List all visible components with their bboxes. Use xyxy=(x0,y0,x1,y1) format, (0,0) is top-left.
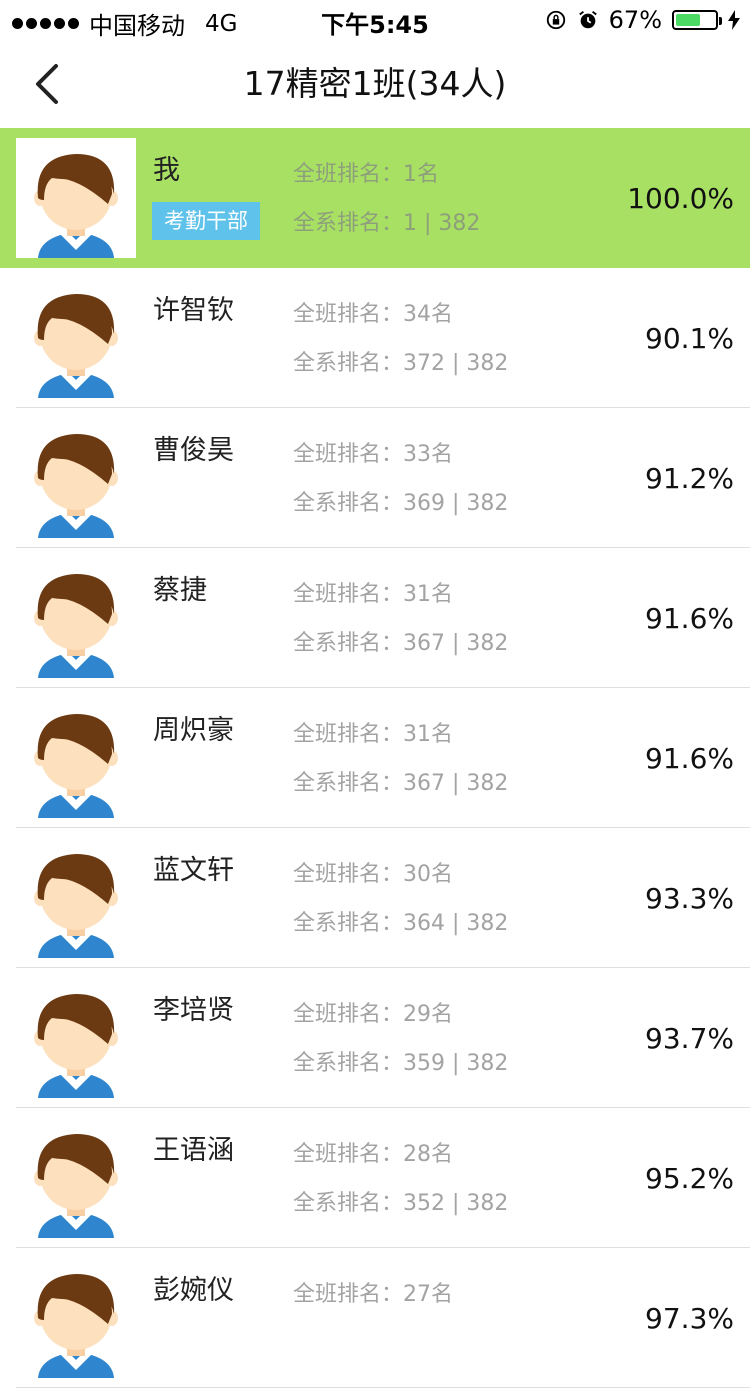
alarm-icon xyxy=(578,11,597,29)
avatar-image xyxy=(34,1274,118,1378)
department-rank: 全系排名：367 | 382 xyxy=(293,631,509,656)
student-row[interactable]: 周炽豪 全班排名：31名全系排名：367 | 382 91.6% xyxy=(0,688,750,828)
avatar-image xyxy=(34,1134,118,1238)
class-rank: 全班排名：34名 xyxy=(293,302,453,327)
attendance-percent: 93.3% xyxy=(645,882,734,915)
orientation-lock-icon xyxy=(546,10,565,30)
avatar xyxy=(16,138,136,258)
student-name: 蓝文轩 xyxy=(153,855,234,886)
avatar-image xyxy=(34,854,118,958)
attendance-percent: 97.3% xyxy=(645,1302,734,1335)
avatar xyxy=(16,838,136,958)
department-rank: 全系排名：367 | 382 xyxy=(293,771,509,796)
student-row[interactable]: 王语涵 全班排名：28名全系排名：352 | 382 95.2% xyxy=(0,1108,750,1248)
student-row-me[interactable]: 我考勤干部 全班排名：1名全系排名：1 | 382 100.0% xyxy=(0,128,750,268)
class-rank: 全班排名：27名 xyxy=(293,1282,453,1307)
attendance-percent: 91.6% xyxy=(645,602,734,635)
avatar xyxy=(16,978,136,1098)
student-name: 我 xyxy=(153,155,180,186)
avatar xyxy=(16,418,136,538)
student-name: 彭婉仪 xyxy=(153,1275,234,1306)
department-rank: 全系排名：359 | 382 xyxy=(293,1051,509,1076)
status-bar: 中国移动 4G 下午5:45 67% xyxy=(0,0,750,40)
avatar-image xyxy=(34,154,118,258)
student-row[interactable]: 许智钦 全班排名：34名全系排名：372 | 382 90.1% xyxy=(0,268,750,408)
attendance-percent: 95.2% xyxy=(645,1162,734,1195)
student-name: 周炽豪 xyxy=(153,715,234,746)
avatar-image xyxy=(34,714,118,818)
class-rank: 全班排名：33名 xyxy=(293,442,453,467)
class-rank: 全班排名：30名 xyxy=(293,862,453,887)
class-rank: 全班排名：29名 xyxy=(293,1002,453,1027)
status-bar-right: 67% xyxy=(545,6,740,34)
attendance-percent: 91.6% xyxy=(645,742,734,775)
battery-icon xyxy=(672,10,722,30)
avatar-image xyxy=(34,434,118,538)
student-row[interactable]: 蔡捷 全班排名：31名全系排名：367 | 382 91.6% xyxy=(0,548,750,688)
student-list: 我考勤干部 全班排名：1名全系排名：1 | 382 100.0% 许智钦 全班排名：34… xyxy=(0,128,750,1388)
student-name: 曹俊昊 xyxy=(153,435,234,466)
student-row[interactable]: 李培贤 全班排名：29名全系排名：359 | 382 93.7% xyxy=(0,968,750,1108)
avatar-image xyxy=(34,994,118,1098)
student-name: 许智钦 xyxy=(153,295,234,326)
student-row[interactable]: 彭婉仪 全班排名：27名 97.3% xyxy=(0,1248,750,1388)
student-name: 蔡捷 xyxy=(153,575,207,606)
class-rank: 全班排名：31名 xyxy=(293,582,453,607)
class-rank: 全班排名：28名 xyxy=(293,1142,453,1167)
student-row[interactable]: 蓝文轩 全班排名：30名全系排名：364 | 382 93.3% xyxy=(0,828,750,968)
department-rank: 全系排名：372 | 382 xyxy=(293,351,509,376)
avatar xyxy=(16,1118,136,1238)
battery-cap xyxy=(719,17,722,25)
battery-fill xyxy=(676,14,701,26)
avatar xyxy=(16,558,136,678)
attendance-percent: 100.0% xyxy=(627,182,734,215)
avatar xyxy=(16,1258,136,1378)
nav-bar: 17精密1班(34人) xyxy=(0,40,750,128)
student-row[interactable]: 曹俊昊 全班排名：33名全系排名：369 | 382 91.2% xyxy=(0,408,750,548)
attendance-percent: 90.1% xyxy=(645,322,734,355)
class-rank: 全班排名：1名 xyxy=(293,162,439,187)
department-rank: 全系排名：369 | 382 xyxy=(293,491,509,516)
department-rank: 全系排名：352 | 382 xyxy=(293,1191,509,1216)
student-name: 王语涵 xyxy=(153,1135,234,1166)
student-name: 李培贤 xyxy=(153,995,234,1026)
avatar xyxy=(16,278,136,398)
attendance-percent: 91.2% xyxy=(645,462,734,495)
page-title: 17精密1班(34人) xyxy=(243,64,507,103)
attendance-percent: 93.7% xyxy=(645,1022,734,1055)
battery-percent: 67% xyxy=(608,6,662,34)
department-rank: 全系排名：364 | 382 xyxy=(293,911,509,936)
class-rank: 全班排名：31名 xyxy=(293,722,453,747)
role-badge: 考勤干部 xyxy=(152,202,260,240)
avatar-image xyxy=(34,294,118,398)
avatar xyxy=(16,698,136,818)
avatar-image xyxy=(34,574,118,678)
charging-bolt-icon xyxy=(728,10,740,30)
department-rank: 全系排名：1 | 382 xyxy=(293,211,481,236)
